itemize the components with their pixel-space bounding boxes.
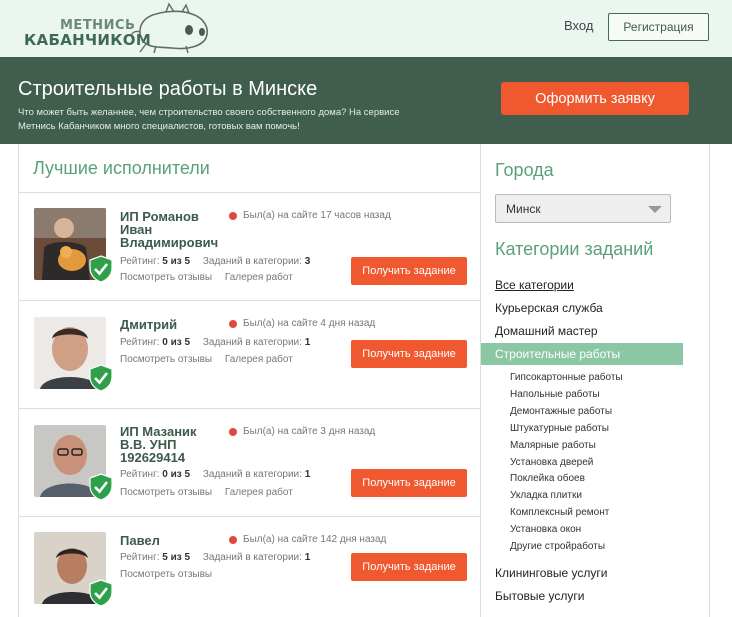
city-selected-value: Минск bbox=[506, 201, 541, 216]
rating-value: 0 из 5 bbox=[162, 337, 191, 348]
executor-name-line: Дмитрий bbox=[120, 317, 178, 332]
last-seen-text: Был(а) на сайте 4 дня назад bbox=[243, 318, 376, 329]
tasks-count: 1 bbox=[304, 469, 311, 480]
executors-title: Лучшие исполнители bbox=[33, 158, 210, 178]
executor-name[interactable]: Дмитрий bbox=[120, 318, 177, 331]
subcategory-item[interactable]: Штукатурные работы bbox=[510, 423, 609, 434]
executor-links: Посмотреть отзывы Галерея работ bbox=[120, 354, 303, 365]
register-button[interactable]: Регистрация bbox=[608, 13, 709, 41]
category-household[interactable]: Бытовые услуги bbox=[495, 589, 585, 603]
tasks-label: Заданий в категории: bbox=[202, 256, 302, 267]
executor-meta: Рейтинг: 5 из 5 Заданий в категории: 1 bbox=[120, 552, 310, 563]
hero-banner: Строительные работы в Минске Что может б… bbox=[0, 57, 732, 144]
rating-label: Рейтинг: bbox=[120, 337, 160, 348]
rating-value: 5 из 5 bbox=[162, 256, 191, 267]
hero-description: Что может быть желаннее, чем строительст… bbox=[18, 107, 400, 132]
subcategory-item[interactable]: Малярные работы bbox=[510, 440, 596, 451]
executor-name[interactable]: ИП Мазаник В.В. УНП 192629414 bbox=[120, 425, 197, 464]
subcategory-item[interactable]: Укладка плитки bbox=[510, 490, 582, 501]
executor-meta: Рейтинг: 0 из 5 Заданий в категории: 1 bbox=[120, 337, 310, 348]
rating-label: Рейтинг: bbox=[120, 256, 160, 267]
gallery-link[interactable]: Галерея работ bbox=[225, 487, 293, 498]
categories-title: Категории заданий bbox=[495, 239, 654, 259]
executor-name-line: Павел bbox=[120, 533, 160, 548]
gallery-link[interactable]: Галерея работ bbox=[225, 272, 293, 283]
last-seen-status: Был(а) на сайте 3 дня назад bbox=[229, 426, 375, 437]
executor-card: Дмитрий Был(а) на сайте 4 дня назад Рейт… bbox=[19, 301, 480, 409]
executor-links: Посмотреть отзывы bbox=[120, 569, 222, 580]
get-task-button[interactable]: Получить задание bbox=[351, 553, 467, 581]
tasks-label: Заданий в категории: bbox=[202, 469, 302, 480]
subcategory-item[interactable]: Другие стройработы bbox=[510, 541, 605, 552]
pig-logo-icon bbox=[130, 2, 208, 54]
sidebar: Города Минск Категории заданий Все катег… bbox=[481, 144, 710, 617]
executor-card: ИП Мазаник В.В. УНП 192629414 Был(а) на … bbox=[19, 409, 480, 517]
last-seen-status: Был(а) на сайте 4 дня назад bbox=[229, 318, 375, 329]
verified-shield-icon bbox=[89, 255, 113, 283]
category-home-master[interactable]: Домашний мастер bbox=[495, 324, 598, 338]
executor-links: Посмотреть отзывы Галерея работ bbox=[120, 487, 303, 498]
status-dot-icon bbox=[229, 319, 237, 328]
tasks-label: Заданий в категории: bbox=[202, 552, 302, 563]
tasks-count: 1 bbox=[304, 337, 311, 348]
status-dot-icon bbox=[229, 211, 237, 220]
category-all[interactable]: Все категории bbox=[495, 278, 574, 292]
chevron-down-icon bbox=[648, 206, 662, 213]
executor-name-line: Владимирович bbox=[120, 235, 219, 250]
reviews-link[interactable]: Посмотреть отзывы bbox=[120, 569, 212, 580]
executors-panel: Лучшие исполнители ИП Романов Иван Влади… bbox=[18, 144, 481, 617]
executor-meta: Рейтинг: 5 из 5 Заданий в категории: 3 bbox=[120, 256, 310, 267]
subcategory-item[interactable]: Установка дверей bbox=[510, 457, 593, 468]
executor-meta: Рейтинг: 0 из 5 Заданий в категории: 1 bbox=[120, 469, 310, 480]
subcategory-item[interactable]: Гипсокартонные работы bbox=[510, 372, 623, 383]
rating-value: 0 из 5 bbox=[162, 469, 191, 480]
last-seen-text: Был(а) на сайте 3 дня назад bbox=[243, 426, 376, 437]
category-cleaning[interactable]: Клининговые услуги bbox=[495, 566, 607, 580]
subcategory-item[interactable]: Комплексный ремонт bbox=[510, 507, 609, 518]
order-button[interactable]: Оформить заявку bbox=[501, 82, 689, 115]
verified-shield-icon bbox=[89, 364, 113, 392]
executor-name-line: 192629414 bbox=[120, 450, 186, 465]
subcategory-item[interactable]: Установка окон bbox=[510, 524, 581, 535]
last-seen-text: Был(а) на сайте 17 часов назад bbox=[243, 210, 391, 221]
category-construction-active[interactable]: Строительные работы bbox=[481, 343, 683, 365]
executor-name[interactable]: ИП Романов Иван Владимирович bbox=[120, 210, 218, 249]
rating-value: 5 из 5 bbox=[162, 552, 191, 563]
subcategory-item[interactable]: Демонтажные работы bbox=[510, 406, 612, 417]
get-task-button[interactable]: Получить задание bbox=[351, 469, 467, 497]
last-seen-status: Был(а) на сайте 142 дня назад bbox=[229, 534, 386, 545]
last-seen-text: Был(а) на сайте 142 дня назад bbox=[243, 534, 387, 545]
status-dot-icon bbox=[229, 427, 237, 436]
rating-label: Рейтинг: bbox=[120, 552, 160, 563]
gallery-link[interactable]: Галерея работ bbox=[225, 354, 293, 365]
last-seen-status: Был(а) на сайте 17 часов назад bbox=[229, 210, 391, 221]
executor-name[interactable]: Павел bbox=[120, 534, 160, 547]
rating-label: Рейтинг: bbox=[120, 469, 160, 480]
category-courier[interactable]: Курьерская служба bbox=[495, 301, 603, 315]
executor-card: ИП Романов Иван Владимирович Был(а) на с… bbox=[19, 193, 480, 301]
reviews-link[interactable]: Посмотреть отзывы bbox=[120, 487, 212, 498]
executor-links: Посмотреть отзывы Галерея работ bbox=[120, 272, 303, 283]
executor-card: Павел Был(а) на сайте 142 дня назад Рейт… bbox=[19, 517, 480, 617]
tasks-count: 3 bbox=[304, 256, 311, 267]
login-link[interactable]: Вход bbox=[564, 18, 593, 33]
reviews-link[interactable]: Посмотреть отзывы bbox=[120, 272, 212, 283]
verified-shield-icon bbox=[89, 473, 113, 501]
reviews-link[interactable]: Посмотреть отзывы bbox=[120, 354, 212, 365]
get-task-button[interactable]: Получить задание bbox=[351, 340, 467, 368]
top-bar: МЕТНИСЬ КАБАНЧИКОМ Вход Регистрация bbox=[0, 0, 732, 57]
tasks-label: Заданий в категории: bbox=[202, 337, 302, 348]
status-dot-icon bbox=[229, 535, 237, 544]
cities-title: Города bbox=[495, 160, 554, 180]
city-select[interactable]: Минск bbox=[495, 194, 671, 223]
subcategory-item[interactable]: Поклейка обоев bbox=[510, 473, 585, 484]
page-title: Строительные работы в Минске bbox=[18, 78, 318, 100]
get-task-button[interactable]: Получить задание bbox=[351, 257, 467, 285]
subcategory-item[interactable]: Напольные работы bbox=[510, 389, 600, 400]
verified-shield-icon bbox=[89, 579, 113, 607]
tasks-count: 1 bbox=[304, 552, 311, 563]
